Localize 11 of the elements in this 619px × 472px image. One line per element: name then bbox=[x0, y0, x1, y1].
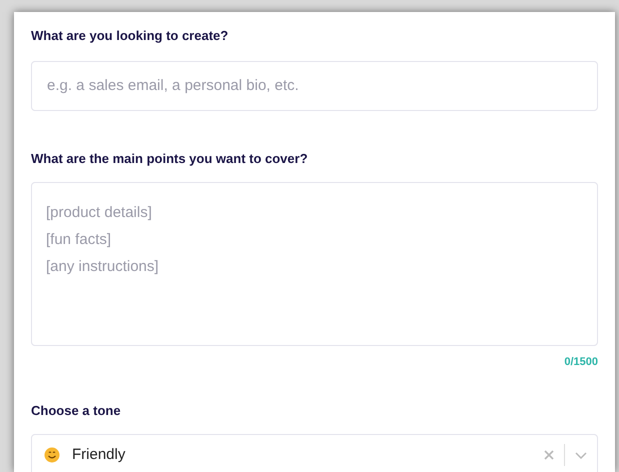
select-value: Friendly bbox=[72, 444, 126, 465]
smiley-icon bbox=[44, 447, 60, 463]
field-label: Choose a tone bbox=[31, 402, 122, 420]
chevron-down-icon[interactable] bbox=[575, 452, 587, 458]
text-area[interactable]: [product details] [fun facts] [any instructions] bbox=[31, 182, 598, 346]
clear-icon[interactable] bbox=[544, 450, 554, 460]
field-label: What are you looking to create? bbox=[31, 27, 230, 45]
field-label: What are the main points you want to cover? bbox=[31, 150, 309, 168]
character-counter: 0/1500 bbox=[563, 355, 598, 370]
tone-select[interactable]: Friendly bbox=[31, 434, 598, 472]
input-field[interactable]: e.g. a sales email, a personal bio, etc. bbox=[31, 60, 598, 110]
